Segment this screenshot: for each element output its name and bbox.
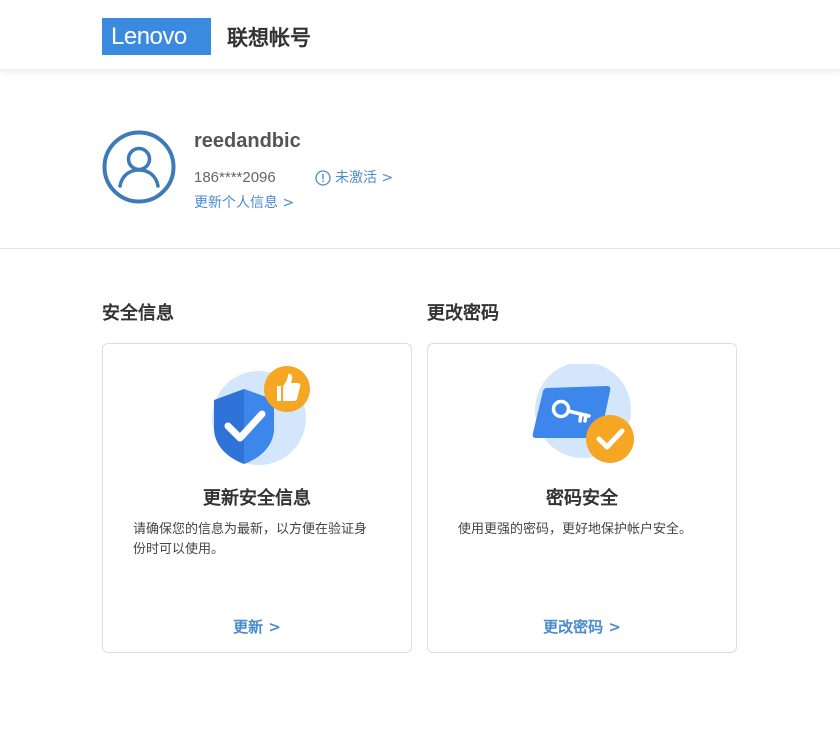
top-header: Lenovo. 联想帐号: [0, 0, 840, 70]
security-info-card: 更新安全信息 请确保您的信息为最新，以方便在验证身份时可以使用。 更新 >: [102, 343, 412, 653]
page-title: 联想帐号: [227, 26, 311, 50]
update-profile-link[interactable]: 更新个人信息 >: [194, 193, 294, 213]
username: reedandbic: [194, 130, 301, 152]
phone-number: 186****2096: [194, 169, 276, 186]
security-card-title: 更新安全信息: [203, 488, 311, 509]
change-password-heading: 更改密码: [427, 303, 499, 324]
change-password-link[interactable]: 更改密码 >: [428, 616, 736, 638]
password-card-title: 密码安全: [546, 488, 618, 509]
profile-section: reedandbic 186****2096 未激活 > 更新个人信息 >: [0, 71, 840, 249]
logo-mark: .: [187, 27, 190, 33]
change-password-card: 密码安全 使用更强的密码，更好地保护帐户安全。 更改密码 >: [427, 343, 737, 653]
avatar-icon: [102, 130, 176, 204]
lenovo-logo[interactable]: Lenovo.: [102, 18, 211, 55]
logo-text: Lenovo: [111, 23, 187, 50]
activation-status-label: 未激活 >: [335, 170, 394, 186]
key-card-check-icon: [532, 364, 634, 463]
activation-status-link[interactable]: 未激活 >: [315, 168, 393, 188]
security-info-heading: 安全信息: [102, 303, 174, 324]
update-security-link[interactable]: 更新 >: [103, 616, 411, 638]
shield-thumbs-up-icon: [212, 366, 310, 465]
alert-circle-icon: [315, 170, 331, 186]
password-card-description: 使用更强的密码，更好地保护帐户安全。: [458, 522, 693, 537]
security-card-description: 请确保您的信息为最新，以方便在验证身份时可以使用。: [133, 522, 368, 557]
